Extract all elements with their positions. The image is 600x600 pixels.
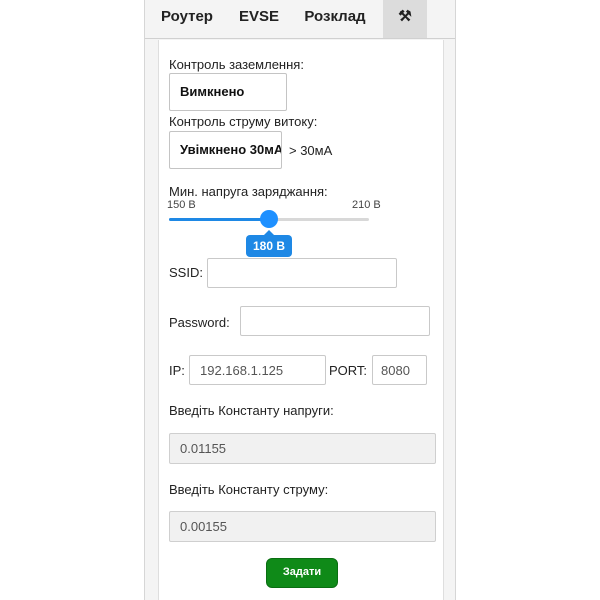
ssid-label: SSID: — [169, 265, 203, 280]
ground-control-label: Контроль заземлення: — [169, 57, 304, 72]
min-voltage-slider[interactable] — [169, 210, 369, 228]
ip-input[interactable] — [189, 355, 326, 385]
port-label: PORT: — [329, 363, 368, 378]
password-input[interactable] — [240, 306, 430, 336]
tab-bar: Роутер EVSE Розклад ⚒ — [145, 0, 455, 39]
slider-fill — [169, 218, 269, 221]
tab-evse[interactable]: EVSE — [233, 0, 285, 38]
slider-value-tooltip: 180 В — [246, 230, 292, 257]
leakage-threshold-note: > 30мА — [289, 143, 333, 158]
ssid-input[interactable] — [207, 258, 397, 288]
tab-schedule[interactable]: Розклад — [297, 0, 373, 38]
port-input[interactable] — [372, 355, 427, 385]
settings-form: Контроль заземлення: Вимкнено Контроль с… — [158, 40, 444, 600]
slider-thumb[interactable] — [260, 210, 278, 228]
current-constant-input[interactable] — [169, 511, 436, 542]
ip-label: IP: — [169, 363, 185, 378]
tab-router[interactable]: Роутер — [151, 0, 223, 38]
voltage-constant-input[interactable] — [169, 433, 436, 464]
password-label: Password: — [169, 315, 230, 330]
leakage-control-label: Контроль струму витоку: — [169, 114, 318, 129]
settings-panel: Роутер EVSE Розклад ⚒ Контроль заземленн… — [144, 0, 456, 600]
min-voltage-label: Мин. напруга заряджання: — [169, 184, 328, 199]
ground-control-select[interactable]: Вимкнено — [169, 73, 287, 111]
current-constant-label: Введіть Константу струму: — [169, 482, 329, 497]
tab-settings-tools-icon[interactable]: ⚒ — [383, 0, 427, 38]
voltage-constant-label: Введіть Константу напруги: — [169, 403, 334, 418]
submit-button[interactable]: Задати — [266, 558, 338, 588]
leakage-control-select[interactable]: Увімкнено 30мА — [169, 131, 282, 169]
